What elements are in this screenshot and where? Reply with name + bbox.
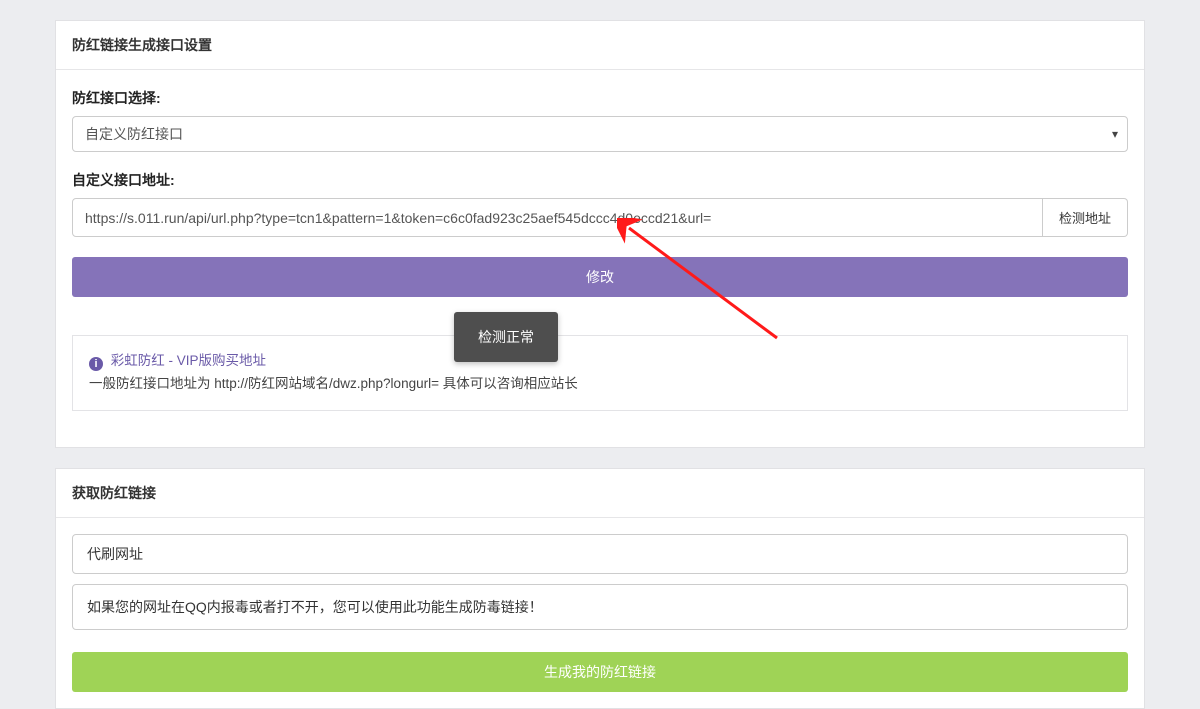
address-label: 自定义接口地址:	[72, 170, 1128, 190]
generate-panel-title: 获取防红链接	[56, 469, 1144, 518]
interface-select[interactable]: 自定义防红接口	[72, 116, 1128, 152]
generate-panel-body: 代刷网址 如果您的网址在QQ内报毒或者打不开，您可以使用此功能生成防毒链接！ 生…	[56, 518, 1144, 708]
toast-message: 检测正常	[454, 312, 558, 362]
check-address-button[interactable]: 检测地址	[1043, 198, 1128, 237]
info-icon: i	[89, 357, 103, 371]
info-box: i 彩虹防红 - VIP版购买地址 一般防红接口地址为 http://防红网站域…	[72, 335, 1128, 411]
submit-button[interactable]: 修改	[72, 257, 1128, 297]
settings-panel-title: 防红链接生成接口设置	[56, 21, 1144, 70]
hint-text: 如果您的网址在QQ内报毒或者打不开，您可以使用此功能生成防毒链接！	[72, 584, 1128, 630]
vip-purchase-link[interactable]: 彩虹防红 - VIP版购买地址	[111, 353, 266, 368]
generate-button[interactable]: 生成我的防红链接	[72, 652, 1128, 692]
generate-panel: 获取防红链接 代刷网址 如果您的网址在QQ内报毒或者打不开，您可以使用此功能生成…	[55, 468, 1145, 709]
site-url-field[interactable]: 代刷网址	[72, 534, 1128, 574]
interface-select-wrap: 自定义防红接口 ▾	[72, 116, 1128, 152]
info-note: 一般防红接口地址为 http://防红网站域名/dwz.php?longurl=…	[89, 373, 1111, 396]
address-input-row: 检测地址	[72, 198, 1128, 237]
settings-panel-body: 防红接口选择: 自定义防红接口 ▾ 自定义接口地址: 检测地址 修改 i 彩虹防…	[56, 70, 1144, 447]
settings-panel: 防红链接生成接口设置 防红接口选择: 自定义防红接口 ▾ 自定义接口地址: 检测…	[55, 20, 1145, 448]
address-input[interactable]	[72, 198, 1043, 237]
interface-select-label: 防红接口选择:	[72, 88, 1128, 108]
